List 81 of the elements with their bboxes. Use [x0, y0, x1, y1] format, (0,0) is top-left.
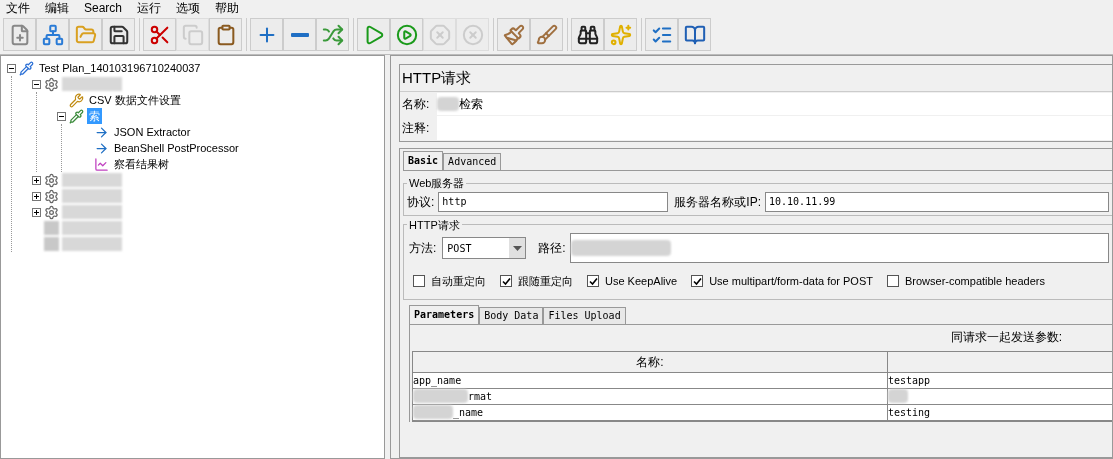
field-label: 服务器名称或IP: — [674, 193, 761, 211]
menu-item[interactable]: 运行 — [137, 0, 162, 17]
table-cell-text: testing — [888, 405, 931, 420]
collapse-toggle[interactable] — [32, 79, 41, 89]
field-label: 注释: — [401, 120, 431, 137]
checkbox-label: Use KeepAlive — [605, 274, 678, 289]
expand-toggle[interactable] — [32, 191, 41, 201]
cut-icon — [148, 23, 171, 46]
column-header: 名称: — [413, 351, 888, 372]
gear-icon — [44, 172, 59, 188]
table-cell-text: app_name — [413, 373, 462, 388]
table-caption: 同请求一起发送参数: — [949, 328, 1063, 345]
redaction-blur — [413, 405, 453, 419]
field-label: 路径: — [538, 240, 566, 257]
checkbox[interactable] — [691, 275, 704, 288]
method-dropdown[interactable]: POST — [442, 237, 527, 259]
graph-icon — [94, 156, 109, 172]
minus-icon — [290, 32, 309, 37]
group-title: Web服务器 — [408, 176, 466, 191]
redaction-blur — [44, 237, 59, 251]
tab[interactable]: Body Data — [479, 306, 544, 324]
tree-item[interactable]: Test Plan_140103196710240037 — [37, 59, 203, 77]
table-cell-text: rmat — [468, 389, 493, 404]
caret-icon — [509, 238, 526, 258]
group-title: HTTP请求 — [408, 217, 461, 233]
tree-item[interactable]: JSON Extractor — [112, 123, 193, 141]
server-field[interactable]: 10.10.11.99 — [765, 191, 1109, 212]
gear-icon — [44, 204, 59, 220]
menu-item[interactable]: 编辑 — [45, 0, 69, 17]
checkbox-label: Browser-compatible headers — [905, 274, 1045, 289]
search-icon — [576, 23, 599, 46]
table-cell-text: testapp — [888, 373, 931, 388]
tree-item[interactable]: CSV 数据文件设置 — [87, 91, 183, 109]
collapse-toggle[interactable] — [7, 63, 16, 73]
menu-item[interactable]: 帮助 — [215, 0, 240, 17]
path-field[interactable] — [569, 233, 1109, 263]
redaction-blur — [413, 389, 468, 403]
tree-item[interactable]: BeanShell PostProcessor — [112, 139, 241, 157]
panel-title: HTTP请求 — [401, 68, 473, 88]
tree-item[interactable]: 察看结果树 — [112, 155, 171, 173]
comment-field[interactable] — [437, 116, 1112, 140]
redaction-blur — [44, 221, 59, 235]
tab[interactable]: Basic — [403, 151, 444, 170]
toolbar-button[interactable] — [571, 18, 604, 51]
redaction-blur — [437, 96, 459, 111]
menu-item[interactable]: 选项 — [176, 0, 201, 17]
copy-icon — [181, 23, 204, 46]
collapse-toggle[interactable] — [57, 111, 66, 121]
checkbox[interactable] — [887, 275, 899, 288]
checkbox-label: 自动重定向 — [431, 274, 486, 289]
stop-icon — [428, 23, 451, 46]
expand-toggle[interactable] — [32, 175, 41, 185]
table-cell-text: _name — [453, 405, 484, 420]
name-field[interactable]: 检索 — [437, 92, 1112, 115]
expand-toggle[interactable] — [32, 207, 41, 217]
checkbox[interactable] — [500, 275, 512, 288]
protocol-field[interactable]: http — [438, 191, 669, 212]
tab[interactable]: Parameters — [409, 304, 480, 324]
field-label: 方法: — [409, 240, 437, 257]
arrow-icon — [94, 140, 109, 156]
field-label: 协议: — [407, 193, 435, 211]
folder-icon — [74, 23, 97, 46]
menu-item[interactable]: Search — [84, 0, 123, 17]
redaction-blur — [888, 389, 908, 403]
clear-icon — [502, 23, 525, 46]
checkbox[interactable] — [413, 275, 425, 288]
clear-all-icon — [535, 23, 558, 46]
checkbox[interactable] — [587, 275, 599, 288]
toolbar-button[interactable] — [102, 18, 135, 51]
tools-icon — [69, 92, 84, 108]
checkbox-label: Use multipart/form-data for POST — [709, 274, 873, 289]
pipette-icon — [69, 108, 84, 124]
checkbox-label: 跟随重定向 — [518, 274, 573, 289]
save-icon — [107, 23, 130, 46]
tab[interactable]: Advanced — [443, 153, 502, 170]
gear-icon — [44, 188, 59, 204]
field-label: 名称: — [401, 95, 431, 113]
tab[interactable]: Files Upload — [543, 306, 626, 324]
menu-item[interactable]: 文件 — [6, 0, 30, 17]
gear-icon — [44, 76, 59, 92]
arrow-icon — [94, 124, 109, 140]
